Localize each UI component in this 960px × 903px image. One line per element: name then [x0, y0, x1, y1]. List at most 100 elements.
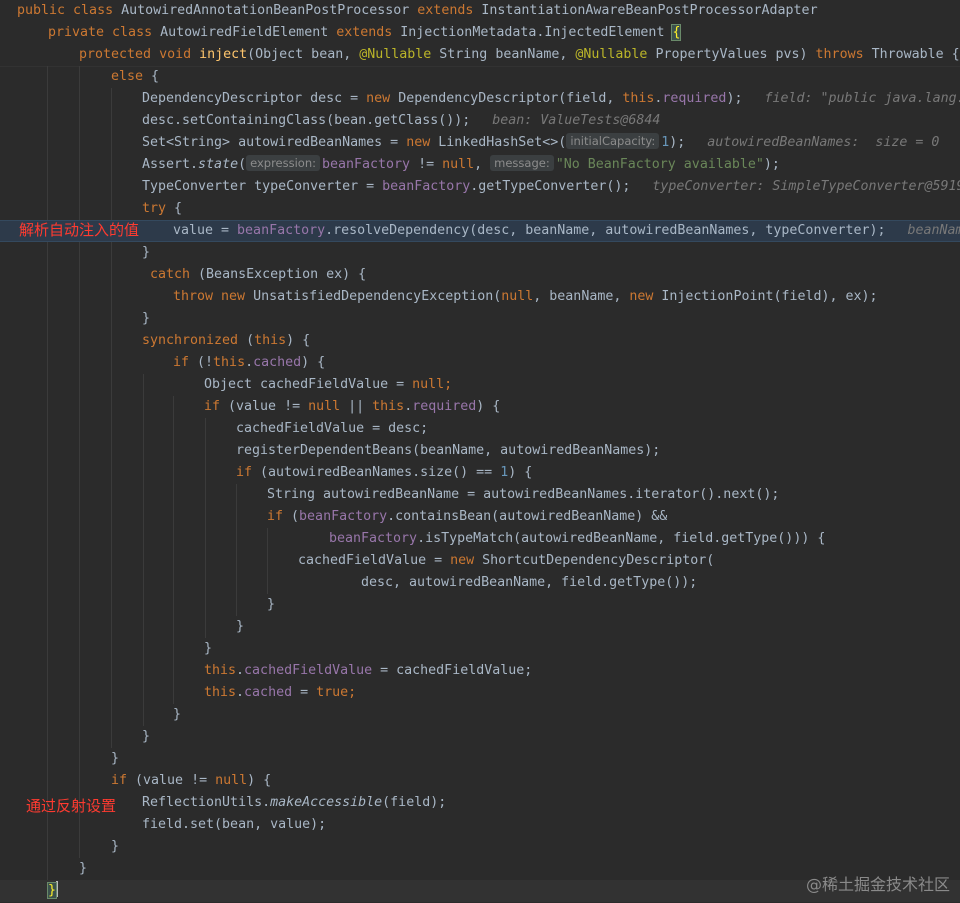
code-text: , beanName, [533, 289, 630, 304]
code-line-current-execution[interactable]: value = beanFactory.resolveDependency(de… [0, 220, 960, 242]
text-caret [56, 881, 59, 897]
code-line[interactable]: this.cachedFieldValue = cachedFieldValue… [0, 660, 960, 682]
code-line[interactable]: this.cached = true; [0, 682, 960, 704]
field-ref: cached [244, 685, 301, 700]
code-line[interactable]: synchronized (this) { [0, 330, 960, 352]
field-ref: beanFactory [322, 157, 419, 172]
keyword: class [112, 25, 161, 40]
code-text: desc, autowiredBeanName, field.getType()… [361, 575, 698, 590]
code-line[interactable]: field.set(bean, value); [0, 814, 960, 836]
code-text: TypeConverter typeConverter = [142, 179, 383, 194]
method-name: makeAccessible [270, 795, 383, 810]
code-line[interactable]: cachedFieldValue = new ShortcutDependenc… [0, 550, 960, 572]
code-line[interactable]: TypeConverter typeConverter = beanFactor… [0, 176, 960, 198]
code-text: . [404, 399, 413, 414]
debug-value-hint: bean: ValueTests@6844 [492, 113, 661, 128]
code-line[interactable]: } [0, 638, 960, 660]
code-text: Throwable { [871, 47, 960, 62]
code-text: ); [669, 135, 686, 150]
code-text: ShortcutDependencyDescriptor( [482, 553, 715, 568]
debug-value-hint: field: "public java.lang.St [764, 91, 960, 106]
code-line[interactable]: if (value != null) { [0, 770, 960, 792]
code-text: String autowiredBeanName = autowiredBean… [267, 487, 780, 502]
code-line[interactable]: registerDependentBeans(beanName, autowir… [0, 440, 960, 462]
keyword: ; [444, 377, 453, 392]
code-text: ) { [508, 465, 533, 480]
code-line[interactable]: else { [0, 66, 960, 88]
parameter-hint: initialCapacity: [566, 133, 660, 149]
code-line[interactable]: } [0, 748, 960, 770]
code-text: } [142, 729, 151, 744]
keyword: this [254, 333, 287, 348]
code-editor[interactable]: public class AutowiredAnnotationBeanPost… [0, 0, 960, 903]
code-line[interactable]: DependencyDescriptor desc = new Dependen… [0, 88, 960, 110]
keyword: void [159, 47, 200, 62]
code-line[interactable]: } [0, 594, 960, 616]
code-text: = [300, 685, 317, 700]
code-text: registerDependentBeans(beanName, autowir… [236, 443, 661, 458]
code-text: } [267, 597, 276, 612]
code-text: Assert. [142, 157, 199, 172]
field-ref: beanFactory [237, 223, 326, 238]
keyword: if [267, 509, 292, 524]
code-line[interactable]: Set<String> autowiredBeanNames = new Lin… [0, 132, 960, 154]
keyword: new [450, 553, 483, 568]
code-text: { [151, 69, 160, 84]
code-line[interactable]: } [0, 616, 960, 638]
code-line[interactable]: beanFactory.isTypeMatch(autowiredBeanNam… [0, 528, 960, 550]
code-line[interactable]: if (!this.cached) { [0, 352, 960, 374]
code-line[interactable]: if (autowiredBeanNames.size() == 1) { [0, 462, 960, 484]
code-text: DependencyDescriptor(field, [398, 91, 623, 106]
code-text: field.set(bean, value); [142, 817, 327, 832]
code-line[interactable]: } [0, 704, 960, 726]
code-line[interactable]: cachedFieldValue = desc; [0, 418, 960, 440]
code-line[interactable]: ReflectionUtils.makeAccessible(field); [0, 792, 960, 814]
debug-value-hint: beanName: [907, 223, 960, 238]
code-text: ) { [247, 773, 272, 788]
code-line[interactable]: Object cachedFieldValue = null; [0, 374, 960, 396]
code-line[interactable]: Assert.state(expression: beanFactory != n… [0, 154, 960, 176]
keyword: this [372, 399, 405, 414]
keyword: this [213, 355, 246, 370]
keyword: public [17, 3, 74, 18]
keyword: throw [173, 289, 222, 304]
code-line[interactable]: protected void inject(Object bean, @Null… [0, 44, 960, 66]
code-line[interactable]: if (beanFactory.containsBean(autowiredBe… [0, 506, 960, 528]
code-line[interactable]: desc.setContainingClass(bean.getClass())… [0, 110, 960, 132]
code-line[interactable]: private class AutowiredFieldElement exte… [0, 22, 960, 44]
keyword: if [111, 773, 136, 788]
field-ref: beanFactory [382, 179, 471, 194]
code-text: value = [173, 223, 238, 238]
code-text: } [142, 245, 151, 260]
code-line[interactable]: throw new UnsatisfiedDependencyException… [0, 286, 960, 308]
code-line[interactable]: } [0, 726, 960, 748]
code-text: != [418, 157, 443, 172]
code-text: ); [763, 157, 780, 172]
class-name: InstantiationAwareBeanPostProcessorAdapt… [481, 3, 818, 18]
code-text: . [245, 355, 254, 370]
code-line[interactable]: desc, autowiredBeanName, field.getType()… [0, 572, 960, 594]
code-line[interactable]: catch (BeansException ex) { [0, 264, 960, 286]
code-text: LinkedHashSet<>( [438, 135, 567, 150]
debug-value-hint: typeConverter: SimpleTypeConverter@5919 [652, 179, 960, 194]
keyword: new [406, 135, 439, 150]
code-line[interactable]: } [0, 308, 960, 330]
keyword: if [173, 355, 198, 370]
code-line[interactable]: } [0, 836, 960, 858]
code-text: ( [238, 157, 247, 172]
code-text: PropertyValues pvs) [655, 47, 816, 62]
annotation: @Nullable [575, 47, 656, 62]
code-line[interactable]: if (value != null || this.required) { [0, 396, 960, 418]
code-text: Set<String> autowiredBeanNames = [142, 135, 407, 150]
code-text: cachedFieldValue = desc; [236, 421, 429, 436]
code-line[interactable]: } [0, 242, 960, 264]
debug-value-hint: autowiredBeanNames: size = 0 [707, 135, 940, 150]
code-line[interactable]: String autowiredBeanName = autowiredBean… [0, 484, 960, 506]
code-text: ( [246, 333, 255, 348]
keyword: this [204, 663, 237, 678]
code-line[interactable]: try { [0, 198, 960, 220]
keyword: null [215, 773, 248, 788]
keyword: else [111, 69, 152, 84]
keyword: new [366, 91, 399, 106]
code-line[interactable]: public class AutowiredAnnotationBeanPost… [0, 0, 960, 22]
